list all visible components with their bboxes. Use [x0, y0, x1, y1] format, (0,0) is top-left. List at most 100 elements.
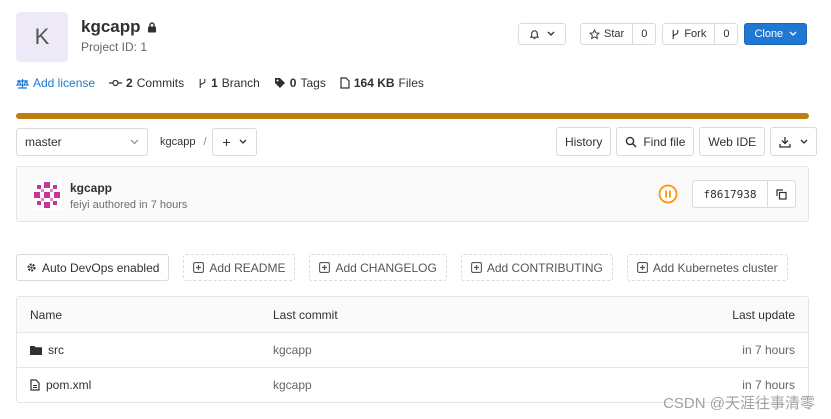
auto-devops-label: Auto DevOps enabled [42, 260, 160, 275]
file-icon [30, 379, 40, 391]
branches-count: 1 [211, 76, 218, 90]
commit-title[interactable]: kgcapp [70, 181, 112, 195]
file-tree-table: Name Last commit Last update src kgcapp … [16, 296, 809, 403]
branch-icon [198, 78, 207, 89]
clone-button[interactable]: Clone [744, 23, 808, 45]
pipeline-paused-icon[interactable] [658, 184, 678, 204]
chevron-down-icon [800, 139, 808, 145]
file-last-update: in 7 hours [742, 378, 795, 392]
chevron-down-icon [239, 139, 247, 145]
add-file-dropdown[interactable]: + [212, 128, 257, 156]
commit-icon [109, 79, 123, 87]
add-kubernetes-button[interactable]: Add Kubernetes cluster [626, 254, 788, 281]
breadcrumb-separator: / [203, 136, 207, 148]
file-name[interactable]: src [48, 343, 64, 357]
branches-link[interactable]: 1 Branch [198, 76, 260, 90]
file-name-cell: src [17, 343, 273, 357]
commit-sha-group: f8617938 [692, 180, 796, 208]
copy-sha-button[interactable] [767, 181, 795, 207]
lock-icon [147, 22, 157, 33]
column-last-commit: Last commit [273, 307, 338, 322]
auto-devops-button[interactable]: Auto DevOps enabled [16, 254, 170, 281]
star-button-group: Star 0 [580, 23, 657, 45]
repository-language-bar [16, 113, 809, 119]
breadcrumb: kgcapp / [160, 136, 207, 148]
project-name[interactable]: kgcapp [81, 17, 141, 37]
branches-label: Branch [221, 76, 260, 90]
project-quick-actions: Auto DevOps enabled Add README Add CHANG… [16, 254, 788, 281]
star-count[interactable]: 0 [632, 24, 655, 44]
column-last-update: Last update [732, 307, 795, 322]
clone-label: Clone [754, 28, 784, 40]
files-label: Files [398, 76, 424, 90]
copy-icon [776, 188, 787, 200]
license-label: Add license [33, 76, 96, 90]
file-icon [340, 77, 350, 89]
branch-select-value: master [25, 135, 62, 149]
plus-square-icon [636, 262, 648, 273]
project-title: kgcapp [81, 17, 157, 37]
notification-dropdown[interactable] [518, 23, 566, 45]
commit-sha[interactable]: f8617938 [693, 181, 767, 207]
project-avatar[interactable]: K [16, 12, 68, 62]
history-label: History [565, 134, 603, 149]
plus-square-icon [470, 262, 482, 273]
author-avatar[interactable] [32, 180, 62, 210]
column-name: Name [30, 307, 63, 322]
fork-button-group: Fork 0 [662, 23, 739, 45]
files-link[interactable]: 164 KB Files [340, 76, 424, 90]
table-row[interactable]: src kgcapp in 7 hours [17, 332, 808, 367]
star-button[interactable]: Star [581, 24, 632, 44]
breadcrumb-root[interactable]: kgcapp [160, 136, 195, 148]
tags-link[interactable]: 0 Tags [274, 76, 326, 90]
find-file-label: Find file [643, 134, 686, 149]
tags-count: 0 [289, 76, 297, 90]
watermark: CSDN @天涯往事清零 [663, 395, 815, 412]
bell-icon [529, 29, 540, 40]
tags-label: Tags [300, 76, 326, 90]
find-file-button[interactable]: Find file [616, 127, 695, 156]
table-header: Name Last commit Last update [17, 297, 808, 332]
search-icon [625, 136, 637, 148]
plus-icon: + [222, 134, 231, 150]
scale-icon [16, 78, 29, 89]
plus-square-icon [319, 262, 331, 273]
add-readme-button[interactable]: Add README [183, 254, 296, 281]
file-last-update: in 7 hours [742, 343, 795, 357]
web-ide-button[interactable]: Web IDE [699, 127, 766, 156]
commit-time: authored in 7 hours [92, 199, 188, 211]
download-icon [779, 136, 791, 148]
star-icon [589, 28, 600, 40]
add-contributing-button[interactable]: Add CONTRIBUTING [460, 254, 613, 281]
star-label: Star [604, 28, 625, 40]
project-stats: Add license 2 Commits 1 Branch 0 Tags 16… [16, 76, 424, 90]
add-changelog-button[interactable]: Add CHANGELOG [309, 254, 447, 281]
tag-icon [274, 77, 286, 89]
file-name-cell: pom.xml [17, 378, 273, 392]
project-id: Project ID: 1 [81, 40, 148, 54]
add-contributing-label: Add CONTRIBUTING [486, 260, 603, 275]
file-last-commit[interactable]: kgcapp [273, 343, 648, 357]
fork-label: Fork [684, 28, 707, 40]
web-ide-label: Web IDE [708, 134, 757, 149]
gear-icon [26, 262, 37, 273]
plus-square-icon [193, 262, 205, 273]
project-avatar-letter: K [34, 24, 50, 49]
file-last-commit[interactable]: kgcapp [273, 378, 648, 392]
file-name[interactable]: pom.xml [46, 378, 91, 392]
commit-meta: feiyi authored in 7 hours [70, 199, 187, 211]
add-changelog-label: Add CHANGELOG [335, 260, 437, 275]
download-dropdown[interactable] [770, 127, 818, 156]
commits-label: Commits [136, 76, 185, 90]
fork-button[interactable]: Fork [663, 24, 714, 44]
history-button[interactable]: History [556, 127, 612, 156]
commit-author[interactable]: feiyi [70, 199, 90, 211]
chevron-down-icon [130, 139, 139, 145]
add-license-link[interactable]: Add license [16, 76, 95, 90]
commits-count: 2 [126, 76, 133, 90]
add-readme-label: Add README [209, 260, 286, 275]
branch-select[interactable]: master [16, 128, 148, 156]
header-actions: Star 0 Fork 0 Clone [518, 23, 808, 45]
commits-link[interactable]: 2 Commits [109, 76, 184, 90]
fork-count[interactable]: 0 [714, 24, 737, 44]
